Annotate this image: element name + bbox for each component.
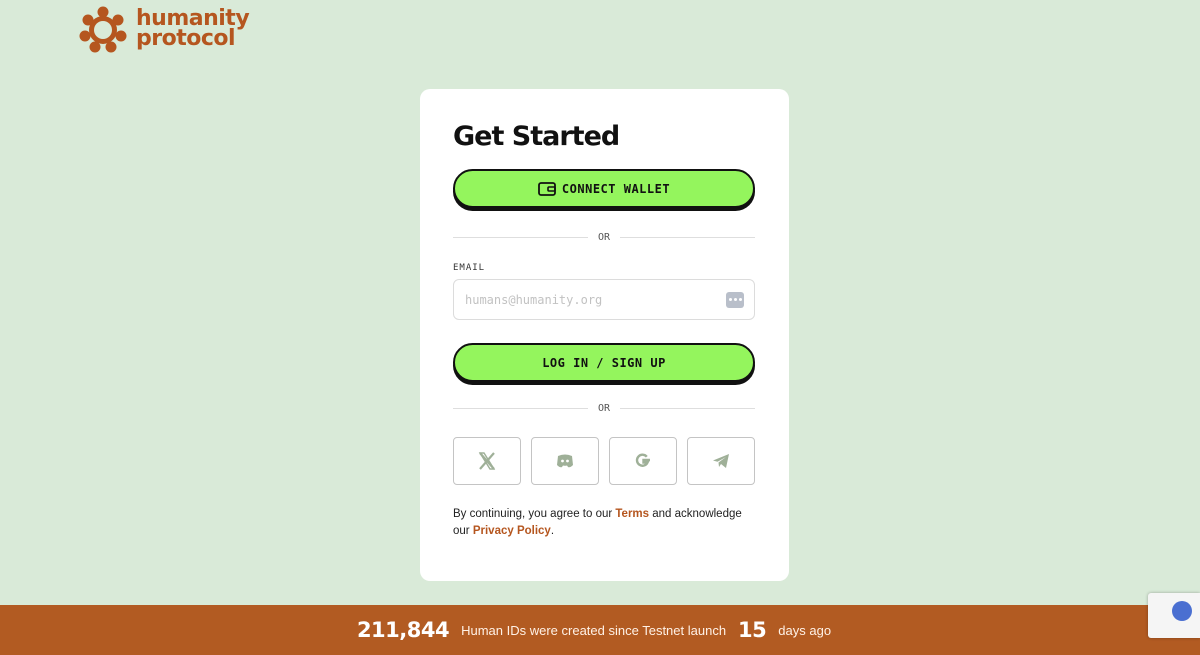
terms-link[interactable]: Terms — [615, 508, 649, 520]
divider: OR — [453, 398, 756, 418]
humanity-logo-icon — [79, 6, 127, 53]
password-manager-icon[interactable] — [726, 291, 744, 308]
discord-icon — [557, 454, 573, 468]
divider-text: OR — [597, 231, 611, 243]
legal-part-1: By continuing, you agree to our — [453, 508, 616, 520]
page-title: Get Started — [453, 121, 620, 152]
legal-text: By continuing, you agree to our Terms an… — [453, 506, 755, 540]
divider: OR — [453, 227, 756, 247]
divider-line — [453, 407, 588, 409]
stats-banner: 211,844 Human IDs were created since Tes… — [0, 605, 1200, 655]
login-card: Get Started CONNECT WALLET OR EMAIL LOG … — [420, 89, 789, 581]
google-login-button[interactable] — [609, 437, 677, 485]
x-login-button[interactable] — [453, 437, 521, 485]
connect-wallet-button[interactable]: CONNECT WALLET — [453, 169, 755, 208]
discord-login-button[interactable] — [531, 437, 599, 485]
banner-days-text: days ago — [778, 622, 832, 638]
telegram-icon — [713, 454, 729, 468]
google-icon — [635, 453, 650, 467]
brand-wordmark: humanity protocol — [136, 8, 250, 51]
email-field-container — [453, 279, 755, 320]
brand-logo[interactable]: humanity protocol — [78, 5, 250, 53]
login-signup-button[interactable]: LOG IN / SIGN UP — [453, 343, 755, 382]
x-icon — [478, 452, 496, 470]
banner-text: Human IDs were created since Testnet lau… — [461, 622, 727, 638]
divider-text: OR — [597, 402, 611, 414]
login-signup-label: LOG IN / SIGN UP — [542, 355, 666, 370]
divider-line — [620, 236, 756, 238]
connect-wallet-label: CONNECT WALLET — [561, 181, 671, 196]
divider-line — [453, 236, 588, 238]
recaptcha-icon — [1172, 601, 1192, 621]
telegram-login-button[interactable] — [687, 437, 755, 485]
privacy-policy-link[interactable]: Privacy Policy — [473, 525, 551, 537]
divider-line — [620, 407, 756, 409]
wallet-icon — [538, 181, 556, 196]
social-login-row — [453, 437, 755, 485]
email-input[interactable] — [465, 292, 726, 307]
brand-line-2: protocol — [136, 26, 236, 51]
legal-part-3: . — [550, 525, 555, 537]
email-label: EMAIL — [453, 263, 486, 273]
recaptcha-badge[interactable] — [1148, 593, 1200, 638]
human-id-count: 211,844 — [356, 618, 450, 642]
days-count: 15 — [738, 618, 767, 642]
